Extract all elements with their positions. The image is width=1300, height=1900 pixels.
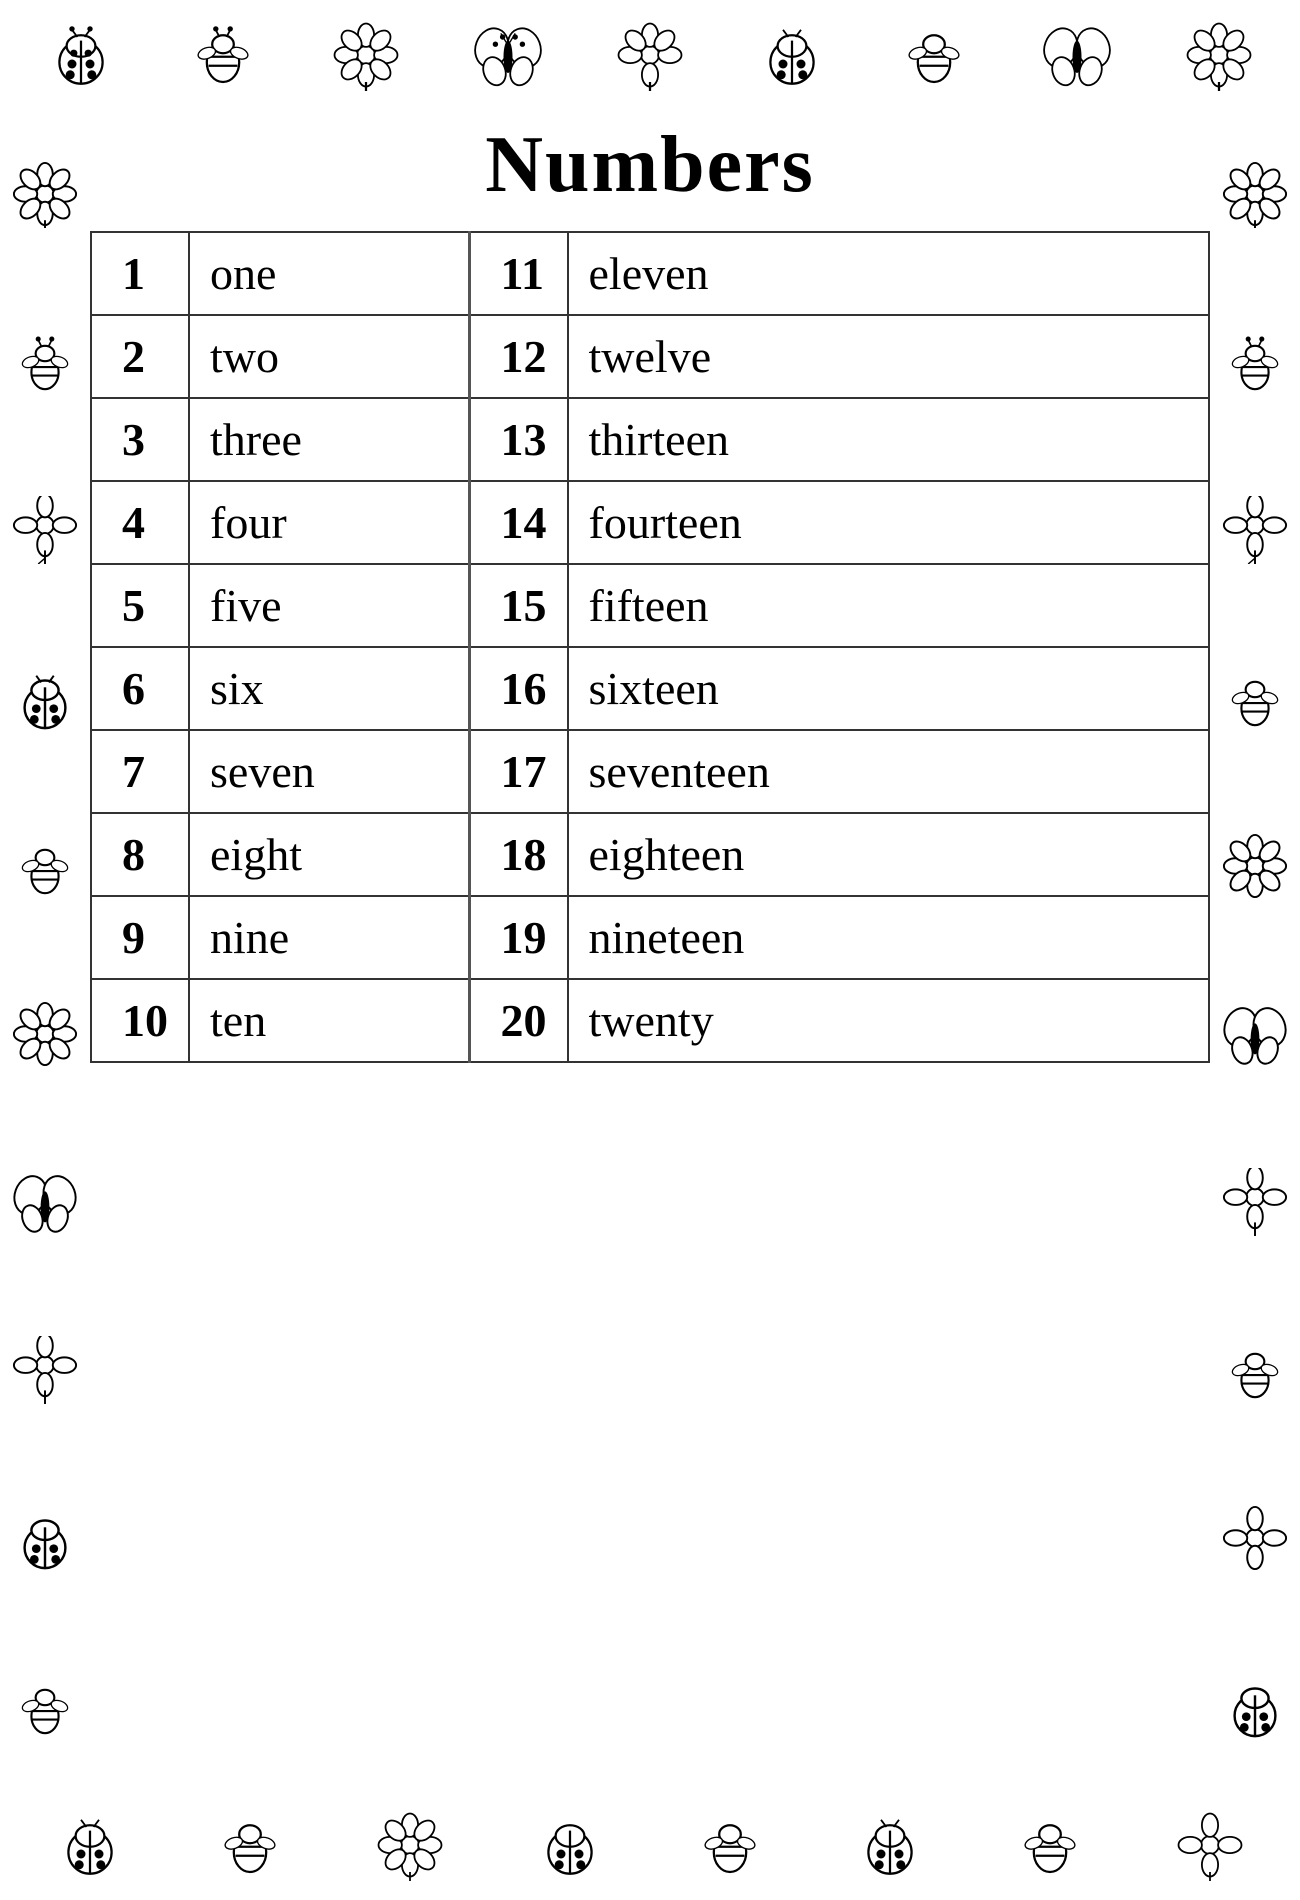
word-cell: eight — [189, 813, 469, 896]
number-cell: 3 — [91, 398, 189, 481]
word-cell: nine — [189, 896, 469, 979]
number-cell: 8 — [91, 813, 189, 896]
flower-right-2 — [1221, 496, 1289, 564]
ladybug-left-2 — [11, 1504, 79, 1572]
border-left — [0, 110, 90, 1790]
word-cell-2: fourteen — [568, 481, 1210, 564]
word-cell: ten — [189, 979, 469, 1062]
number-cell-2: 16 — [469, 647, 568, 730]
number-cell-2: 13 — [469, 398, 568, 481]
number-cell: 5 — [91, 564, 189, 647]
word-cell-2: twelve — [568, 315, 1210, 398]
ladybug-icon-2 — [756, 19, 828, 91]
number-cell-2: 18 — [469, 813, 568, 896]
word-cell-2: thirteen — [568, 398, 1210, 481]
flower-left-1 — [11, 160, 79, 228]
word-cell-2: twenty — [568, 979, 1210, 1062]
flower-right-3 — [1221, 832, 1289, 900]
flower-bottom-2 — [1174, 1809, 1246, 1881]
table-row: 8 eight 18 eighteen — [91, 813, 1209, 896]
bee-bottom-1 — [214, 1809, 286, 1881]
page: Numbers 1 one 11 eleven 2 two 12 twelve … — [0, 0, 1300, 1900]
word-cell: two — [189, 315, 469, 398]
ladybug-right-1 — [1221, 1672, 1289, 1740]
bee-right-1 — [1221, 328, 1289, 396]
number-cell: 6 — [91, 647, 189, 730]
number-cell: 4 — [91, 481, 189, 564]
table-row: 9 nine 19 nineteen — [91, 896, 1209, 979]
word-cell: three — [189, 398, 469, 481]
number-cell: 7 — [91, 730, 189, 813]
flower-icon-2 — [614, 19, 686, 91]
bee-bottom-2 — [694, 1809, 766, 1881]
number-cell-2: 17 — [469, 730, 568, 813]
word-cell: one — [189, 232, 469, 315]
table-row: 10 ten 20 twenty — [91, 979, 1209, 1062]
table-row: 6 six 16 sixteen — [91, 647, 1209, 730]
number-cell-2: 11 — [469, 232, 568, 315]
border-right — [1210, 110, 1300, 1790]
bee-bottom-3 — [1014, 1809, 1086, 1881]
number-cell: 2 — [91, 315, 189, 398]
table-row: 1 one 11 eleven — [91, 232, 1209, 315]
flower-icon-3 — [1183, 19, 1255, 91]
butterfly-icon-1 — [472, 19, 544, 91]
bee-icon-2 — [898, 19, 970, 91]
number-cell-2: 20 — [469, 979, 568, 1062]
main-content: Numbers 1 one 11 eleven 2 two 12 twelve … — [0, 110, 1300, 1790]
flower-right-1 — [1221, 160, 1289, 228]
number-cell-2: 19 — [469, 896, 568, 979]
word-cell-2: nineteen — [568, 896, 1210, 979]
butterfly-right-1 — [1221, 1000, 1289, 1068]
ladybug-left-1 — [11, 664, 79, 732]
ladybug-icon — [45, 19, 117, 91]
bee-left-3 — [11, 1672, 79, 1740]
table-row: 3 three 13 thirteen — [91, 398, 1209, 481]
word-cell: five — [189, 564, 469, 647]
border-bottom — [0, 1790, 1300, 1900]
bee-left-2 — [11, 832, 79, 900]
border-top — [0, 0, 1300, 110]
word-cell-2: fifteen — [568, 564, 1210, 647]
word-cell: four — [189, 481, 469, 564]
number-cell: 10 — [91, 979, 189, 1062]
table-row: 2 two 12 twelve — [91, 315, 1209, 398]
number-cell-2: 12 — [469, 315, 568, 398]
word-cell-2: sixteen — [568, 647, 1210, 730]
word-cell-2: eleven — [568, 232, 1210, 315]
number-cell: 1 — [91, 232, 189, 315]
number-cell: 9 — [91, 896, 189, 979]
word-cell: seven — [189, 730, 469, 813]
numbers-table: 1 one 11 eleven 2 two 12 twelve 3 three … — [90, 231, 1210, 1063]
butterfly-icon-2 — [1041, 19, 1113, 91]
flower-bottom-1 — [374, 1809, 446, 1881]
flower-left-4 — [11, 1336, 79, 1404]
number-cell-2: 14 — [469, 481, 568, 564]
butterfly-left-1 — [11, 1168, 79, 1236]
flower-right-5 — [1221, 1504, 1289, 1572]
ladybug-bottom-2 — [534, 1809, 606, 1881]
ladybug-bottom-3 — [854, 1809, 926, 1881]
table-row: 4 four 14 fourteen — [91, 481, 1209, 564]
page-title: Numbers — [485, 120, 815, 211]
flower-right-4 — [1221, 1168, 1289, 1236]
flower-icon-1 — [330, 19, 402, 91]
table-row: 5 five 15 fifteen — [91, 564, 1209, 647]
ladybug-bottom-1 — [54, 1809, 126, 1881]
bee-right-2 — [1221, 664, 1289, 732]
word-cell: six — [189, 647, 469, 730]
word-cell-2: eighteen — [568, 813, 1210, 896]
flower-left-3 — [11, 1000, 79, 1068]
table-row: 7 seven 17 seventeen — [91, 730, 1209, 813]
number-cell-2: 15 — [469, 564, 568, 647]
bee-icon-1 — [187, 19, 259, 91]
flower-left-2 — [11, 496, 79, 564]
bee-right-3 — [1221, 1336, 1289, 1404]
word-cell-2: seventeen — [568, 730, 1210, 813]
bee-left-1 — [11, 328, 79, 396]
